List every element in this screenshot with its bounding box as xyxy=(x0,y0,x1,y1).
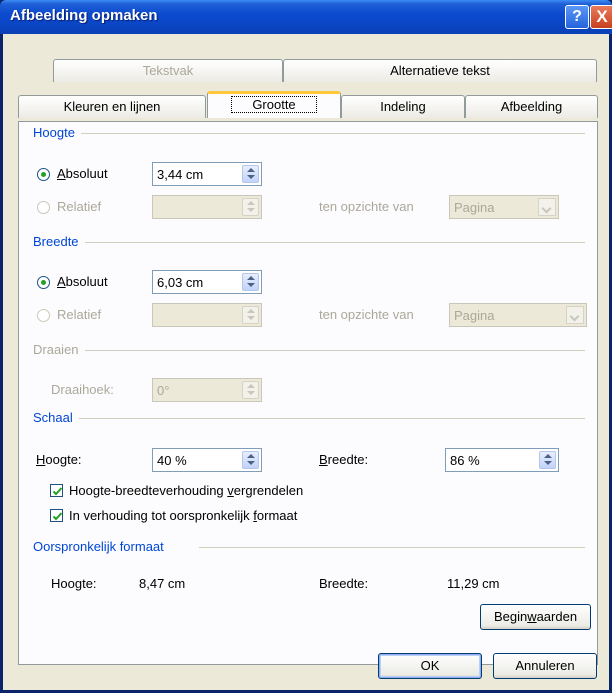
tab-grootte[interactable]: Grootte xyxy=(207,91,341,118)
lock-aspect-ratio-checkbox[interactable] xyxy=(50,484,63,497)
select-value: Pagina xyxy=(454,200,495,215)
section-hoogte: Hoogte xyxy=(33,125,81,140)
spin-down-icon[interactable] xyxy=(247,461,255,465)
help-button[interactable]: ? xyxy=(565,5,589,29)
chevron-down-icon xyxy=(538,198,556,216)
tab-label: Alternatieve tekst xyxy=(390,63,490,78)
breedte-absolute-field[interactable]: 6,03 cm xyxy=(152,270,262,294)
tab-label: Grootte xyxy=(231,96,317,113)
tab-afbeelding[interactable]: Afbeelding xyxy=(465,95,598,118)
field-value: 86 % xyxy=(450,453,480,468)
tab-alternatieve-tekst[interactable]: Alternatieve tekst xyxy=(283,59,597,82)
chevron-down-icon xyxy=(566,306,584,324)
breedte-relative-to-label: ten opzichte van xyxy=(319,307,414,322)
field-value: 0° xyxy=(157,383,170,398)
original-height-label: Hoogte: xyxy=(51,576,97,591)
dialog-client: Tekstvak Alternatieve tekst Kleuren en l… xyxy=(3,34,609,690)
spin-up-icon[interactable] xyxy=(247,276,255,280)
hoogte-relative-radio xyxy=(37,201,50,214)
rotation-label: Draaihoek: xyxy=(51,382,114,397)
spinner[interactable] xyxy=(242,451,259,469)
divider xyxy=(79,133,585,134)
spin-up-icon xyxy=(247,201,255,205)
spin-up-icon xyxy=(247,384,255,388)
hoogte-relative-to-label: ten opzichte van xyxy=(319,199,414,214)
breedte-absolute-radio[interactable] xyxy=(37,276,50,289)
tab-indeling[interactable]: Indeling xyxy=(341,95,465,118)
original-width-value: 11,29 cm xyxy=(447,576,500,591)
original-width-label: Breedte: xyxy=(319,576,369,591)
divider xyxy=(83,350,585,351)
spin-up-icon[interactable] xyxy=(247,168,255,172)
divider xyxy=(199,547,585,548)
select-value: Pagina xyxy=(454,308,495,323)
section-original-size: Oorspronkelijk formaat xyxy=(33,539,170,554)
section-schaal: Schaal xyxy=(33,410,79,425)
spin-down-icon[interactable] xyxy=(247,175,255,179)
spinner xyxy=(242,306,259,324)
hoogte-relative-label: Relatief xyxy=(57,199,102,214)
lock-aspect-ratio-label[interactable]: Hoogte-breedteverhouding vergrendelen xyxy=(69,483,303,498)
breedte-relative-to-select: Pagina xyxy=(449,303,587,327)
field-value: 6,03 cm xyxy=(157,275,204,290)
spin-down-icon[interactable] xyxy=(544,461,552,465)
hoogte-relative-to-select: Pagina xyxy=(449,195,559,219)
divider xyxy=(77,418,585,419)
spin-down-icon xyxy=(247,391,255,395)
spin-down-icon xyxy=(247,316,255,320)
hoogte-absolute-label: Absoluut xyxy=(57,166,108,181)
breedte-relative-label: Relatief xyxy=(57,307,102,322)
tab-label: Tekstvak xyxy=(142,63,194,78)
close-button[interactable]: X xyxy=(590,5,612,29)
breedte-relative-radio xyxy=(37,309,50,322)
spin-down-icon xyxy=(247,208,255,212)
spinner xyxy=(242,198,259,216)
section-breedte: Breedte xyxy=(33,234,85,249)
breedte-absolute-label: Absoluut xyxy=(57,274,108,289)
title-bar[interactable]: Afbeelding opmaken ? X xyxy=(0,0,612,34)
section-draaien: Draaien xyxy=(33,342,85,357)
field-value: 3,44 cm xyxy=(157,167,204,182)
scale-height-label: Hoogte: xyxy=(36,452,82,467)
breedte-relative-field xyxy=(152,303,262,327)
spin-down-icon[interactable] xyxy=(247,283,255,287)
ok-button[interactable]: OK xyxy=(378,653,482,679)
tab-label: Indeling xyxy=(380,99,426,114)
rotation-field: 0° xyxy=(152,378,262,402)
scale-height-field[interactable]: 40 % xyxy=(152,448,262,472)
cancel-button[interactable]: Annuleren xyxy=(493,653,597,679)
spinner[interactable] xyxy=(242,273,259,291)
dialog-window: Afbeelding opmaken ? X Tekstvak Alternat… xyxy=(0,0,612,693)
tab-label: Afbeelding xyxy=(500,99,563,114)
original-height-value: 8,47 cm xyxy=(139,576,186,591)
spin-up-icon[interactable] xyxy=(247,454,255,458)
spinner[interactable] xyxy=(539,451,556,469)
tab-label: Kleuren en lijnen xyxy=(63,99,161,114)
spinner xyxy=(242,381,259,399)
spin-up-icon[interactable] xyxy=(544,454,552,458)
tab-tekstvak: Tekstvak xyxy=(53,59,283,82)
dialog-title: Afbeelding opmaken xyxy=(10,7,158,24)
divider xyxy=(79,242,585,243)
field-value: 40 % xyxy=(157,453,187,468)
hoogte-absolute-radio[interactable] xyxy=(37,168,50,181)
checkmark-icon xyxy=(52,512,63,521)
spinner[interactable] xyxy=(242,165,259,183)
scale-width-label: Breedte: xyxy=(319,452,369,467)
scale-width-field[interactable]: 86 % xyxy=(445,448,559,472)
reset-button[interactable]: Beginwaarden xyxy=(480,604,591,630)
tab-kleuren-en-lijnen[interactable]: Kleuren en lijnen xyxy=(18,95,206,118)
relative-to-original-label[interactable]: In verhouding tot oorspronkelijk formaat xyxy=(69,508,297,523)
hoogte-absolute-field[interactable]: 3,44 cm xyxy=(152,162,262,186)
tab-panel: Hoogte Absoluut 3,44 cm Relatief ten opz… xyxy=(18,121,598,665)
spin-up-icon xyxy=(247,309,255,313)
hoogte-relative-field xyxy=(152,195,262,219)
relative-to-original-checkbox[interactable] xyxy=(50,509,63,522)
checkmark-icon xyxy=(52,487,63,496)
